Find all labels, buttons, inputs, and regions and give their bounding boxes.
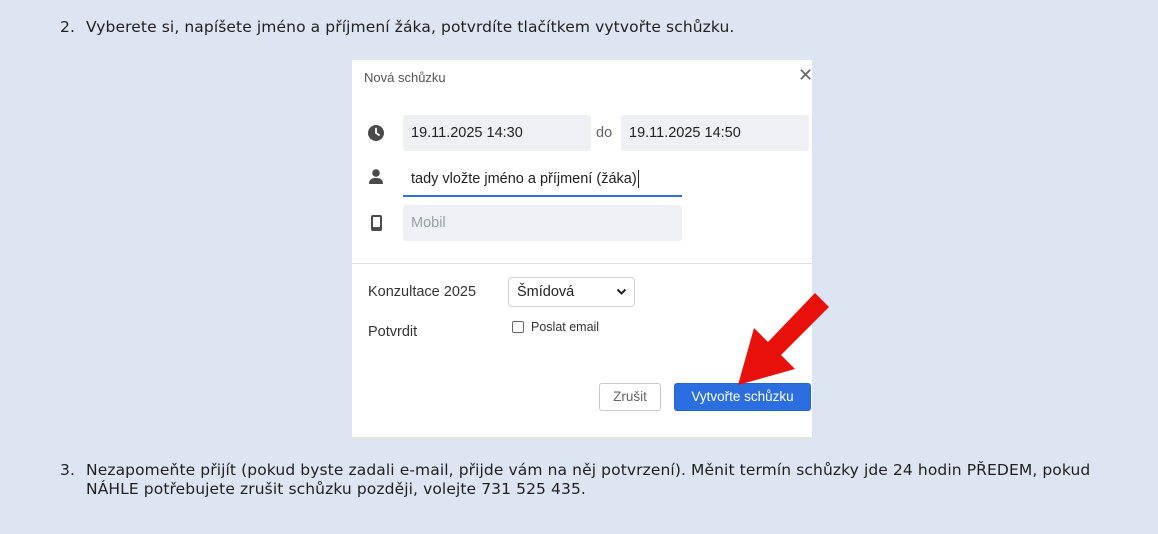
phone-icon xyxy=(371,215,382,231)
instruction-step-2: 2. Vyberete si, napíšete jméno a příjmen… xyxy=(60,18,734,37)
person-icon xyxy=(369,169,383,184)
dialog-title: Nová schůzku xyxy=(364,70,446,85)
teacher-select-value: Šmídová xyxy=(517,284,575,300)
teacher-select[interactable]: Šmídová xyxy=(508,277,635,307)
start-datetime-field[interactable]: 19.11.2025 14:30 xyxy=(403,115,591,151)
send-email-label: Poslat email xyxy=(531,320,600,334)
divider xyxy=(352,263,812,264)
close-icon[interactable]: ✕ xyxy=(798,66,813,84)
red-arrow-icon xyxy=(738,293,829,385)
range-separator: do xyxy=(596,125,613,141)
step-text: Nezapomeňte přijít (pokud byste zadali e… xyxy=(86,461,1091,498)
step-number: 2. xyxy=(60,18,75,36)
clock-icon xyxy=(368,125,384,141)
meeting-type-label: Konzultace 2025 xyxy=(368,284,477,300)
student-name-value: tady vložte jméno a příjmení (žáka) xyxy=(411,171,637,187)
chevron-down-icon xyxy=(616,288,627,295)
step-text: Vyberete si, napíšete jméno a příjmení ž… xyxy=(86,18,735,36)
confirm-label: Potvrdit xyxy=(368,324,418,340)
student-name-input[interactable]: tady vložte jméno a příjmení (žáka) xyxy=(403,161,682,197)
phone-input[interactable]: Mobil xyxy=(403,205,682,241)
step-number: 3. xyxy=(60,461,75,479)
text-caret xyxy=(637,170,639,189)
cancel-button[interactable]: Zrušit xyxy=(599,383,661,411)
end-datetime-field[interactable]: 19.11.2025 14:50 xyxy=(621,115,809,151)
instruction-step-3: 3. Nezapomeňte přijít (pokud byste zadal… xyxy=(60,461,1120,499)
send-email-checkbox[interactable] xyxy=(512,321,524,333)
